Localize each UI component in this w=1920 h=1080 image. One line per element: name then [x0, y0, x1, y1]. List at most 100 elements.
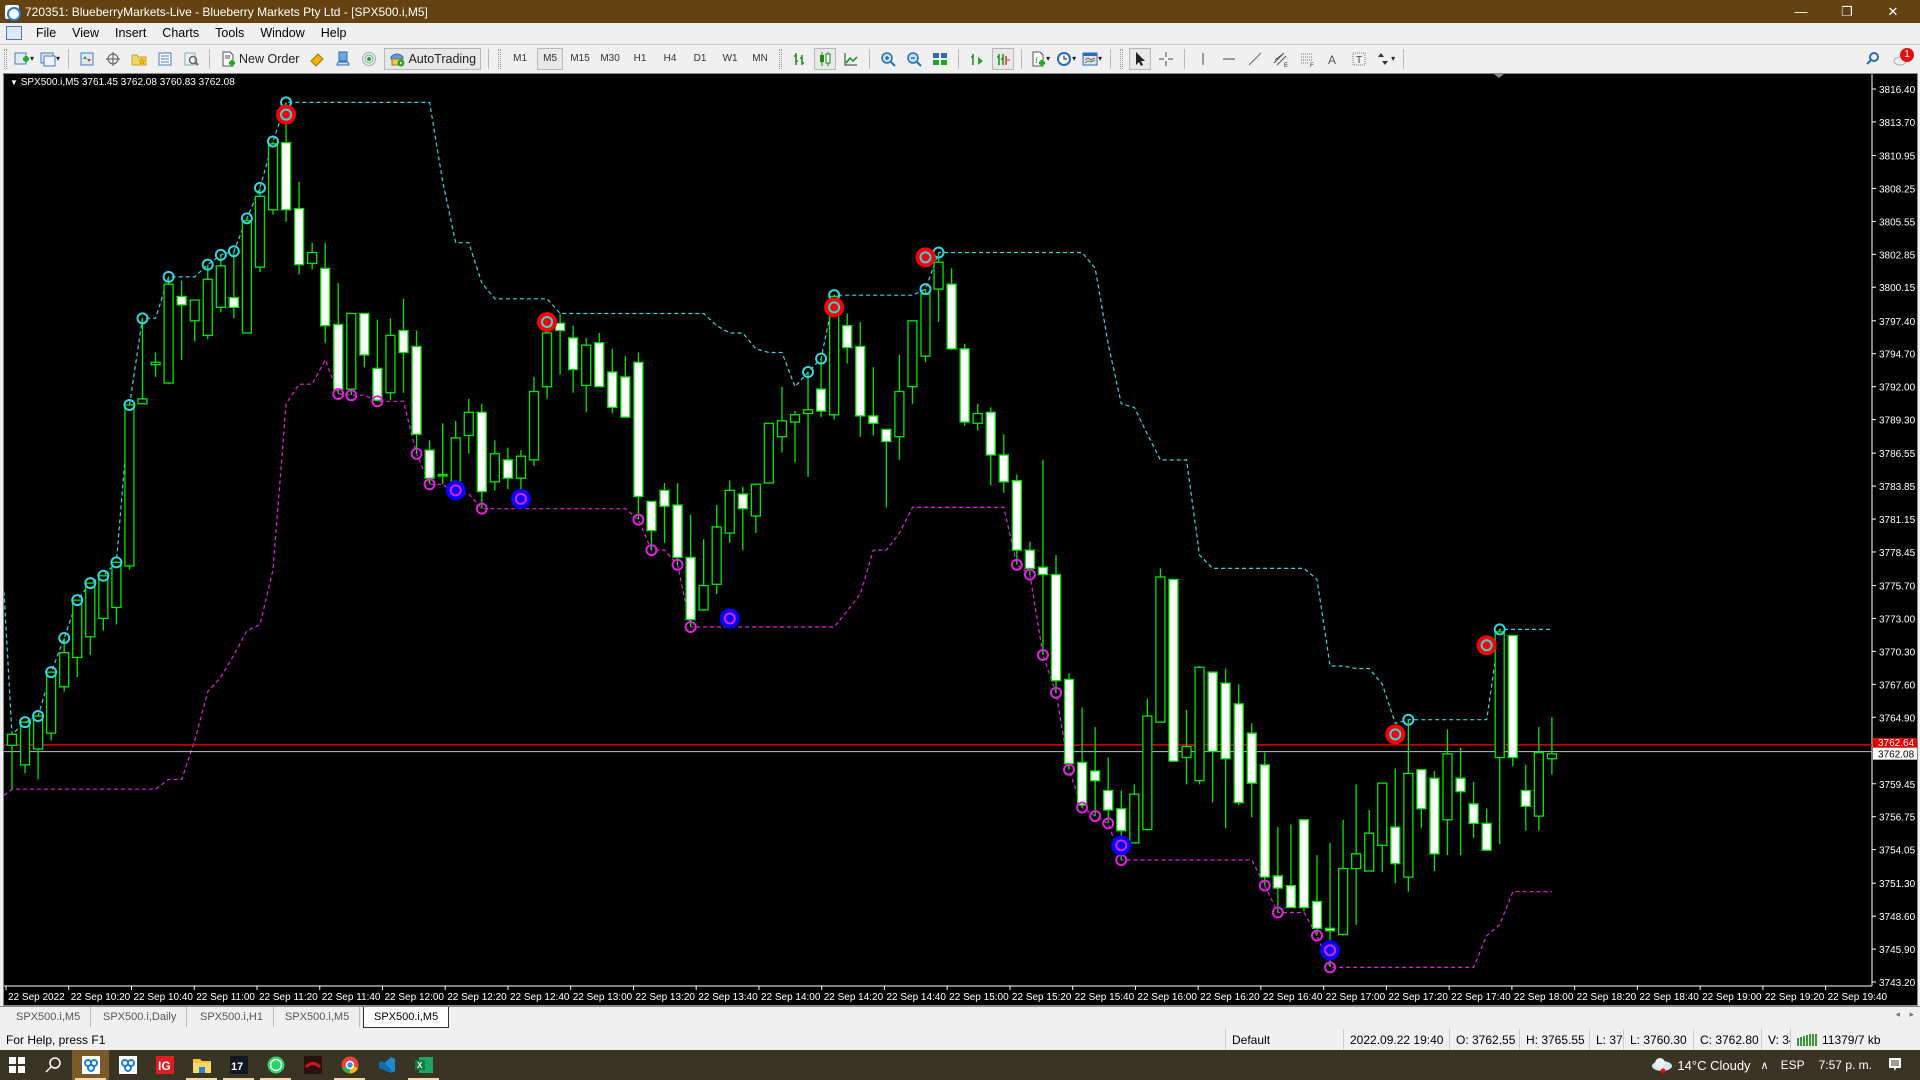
- terminal-button[interactable]: [154, 48, 176, 70]
- candle-body: [59, 651, 70, 688]
- horizontal-line-button[interactable]: [1218, 48, 1240, 70]
- taskbar-red-app[interactable]: [294, 1050, 331, 1080]
- taskbar-clock[interactable]: 7:57 p. m.: [1819, 1058, 1872, 1072]
- autotrading-button[interactable]: AutoTrading: [384, 47, 482, 70]
- tab-spx500-m5-1[interactable]: SPX500.i,M5: [6, 1007, 92, 1027]
- chart-shift-button[interactable]: [992, 47, 1015, 70]
- tab-spx500-daily[interactable]: SPX500.i,Daily: [93, 1007, 188, 1027]
- tile-windows-button[interactable]: [929, 48, 951, 70]
- metaeditor-button[interactable]: [306, 48, 328, 70]
- toolbar-grip[interactable]: [498, 48, 502, 69]
- data-window-button[interactable]: [102, 48, 124, 70]
- taskbar-search[interactable]: [34, 1050, 72, 1080]
- time-tick-label: 22 Sep 11:40: [322, 992, 381, 1003]
- time-tick-label: 22 Sep 10:40: [133, 992, 193, 1003]
- weather-text[interactable]: 14°C Cloudy: [1677, 1058, 1750, 1073]
- notifications-button[interactable]: 1: [1890, 47, 1914, 70]
- candle-body: [163, 283, 174, 384]
- crosshair-tool-button[interactable]: [1155, 48, 1177, 70]
- timeframe-m5[interactable]: M5: [537, 47, 564, 70]
- tab-spx500-m5-active[interactable]: SPX500.i,M5: [363, 1007, 450, 1028]
- input-language[interactable]: ESP: [1781, 1058, 1805, 1072]
- trendline-button[interactable]: [1244, 48, 1266, 70]
- taskbar-vscode[interactable]: [368, 1050, 405, 1080]
- status-connection[interactable]: 11379/7 kb: [1790, 1029, 1920, 1050]
- vps-button[interactable]: [332, 48, 354, 70]
- timeframe-m30[interactable]: M30: [597, 48, 623, 70]
- tab-spx500-h1[interactable]: SPX500.i,H1: [190, 1007, 274, 1027]
- candle-body: [215, 265, 226, 309]
- candle-body: [1364, 832, 1375, 872]
- action-center-icon[interactable]: [1888, 1057, 1902, 1073]
- minimize-button[interactable]: —: [1778, 0, 1824, 23]
- candle-body: [1507, 634, 1518, 759]
- tray-overflow-chevron[interactable]: ∧: [1761, 1059, 1769, 1072]
- menu-charts[interactable]: Charts: [154, 26, 207, 40]
- timeframe-h4[interactable]: H4: [657, 48, 683, 70]
- candle-body: [1442, 753, 1453, 821]
- timeframe-d1[interactable]: D1: [687, 48, 713, 70]
- timeframe-w1[interactable]: W1: [717, 48, 743, 70]
- equidistant-channel-button[interactable]: E: [1270, 48, 1292, 70]
- taskbar-metatrader-1[interactable]: [72, 1050, 109, 1080]
- search-button[interactable]: [1862, 48, 1884, 70]
- toolbar-grip[interactable]: [779, 48, 783, 69]
- menu-window[interactable]: Window: [252, 26, 312, 40]
- menu-insert[interactable]: Insert: [107, 26, 154, 40]
- auto-scroll-button[interactable]: [966, 48, 988, 70]
- menu-help[interactable]: Help: [313, 26, 355, 40]
- zoom-out-button[interactable]: [903, 48, 925, 70]
- chart-window[interactable]: ▼ SPX500.i,M5 3761.45 3762.08 3760.83 37…: [3, 73, 1918, 1006]
- menu-file[interactable]: File: [28, 26, 64, 40]
- candle-body: [124, 404, 135, 567]
- fibonacci-button[interactable]: F: [1296, 48, 1318, 70]
- toolbar-grip[interactable]: [1120, 48, 1124, 69]
- timeframe-m1[interactable]: M1: [507, 48, 533, 70]
- taskbar-whatsapp[interactable]: [257, 1050, 294, 1080]
- swing-low-marker: [1320, 940, 1341, 961]
- price-tick-label: 3743.20: [1879, 978, 1916, 989]
- indicators-button[interactable]: f ▾: [1029, 48, 1051, 70]
- cursor-tool-button[interactable]: [1129, 47, 1152, 70]
- bar-chart-button[interactable]: [788, 48, 810, 70]
- candle-body: [111, 561, 122, 609]
- zoom-in-button[interactable]: [877, 48, 899, 70]
- new-chart-button[interactable]: ▾: [13, 48, 35, 70]
- timeframe-h1[interactable]: H1: [627, 48, 653, 70]
- start-button[interactable]: [0, 1050, 34, 1080]
- periods-button[interactable]: ▾: [1055, 48, 1077, 70]
- line-chart-button[interactable]: [840, 48, 862, 70]
- time-tick-label: 22 Sep 19:40: [1828, 992, 1888, 1003]
- timeframe-m15[interactable]: M15: [567, 48, 593, 70]
- menu-tools[interactable]: Tools: [207, 26, 252, 40]
- chart-window-icon[interactable]: [6, 26, 22, 40]
- taskbar-file-explorer[interactable]: [183, 1050, 220, 1080]
- close-button[interactable]: ✕: [1870, 0, 1916, 23]
- vertical-line-button[interactable]: [1192, 48, 1214, 70]
- timeframe-mn[interactable]: MN: [747, 48, 773, 70]
- restore-button[interactable]: ❐: [1824, 0, 1870, 23]
- profiles-button[interactable]: ▾: [39, 48, 61, 70]
- text-tool-button[interactable]: A: [1322, 48, 1344, 70]
- templates-button[interactable]: ▾: [1081, 48, 1103, 70]
- text-label-button[interactable]: T: [1348, 48, 1370, 70]
- taskbar-metatrader-2[interactable]: [109, 1050, 146, 1080]
- candle-body: [1142, 715, 1153, 831]
- navigator-button[interactable]: [128, 48, 150, 70]
- strategy-tester-button[interactable]: [180, 48, 202, 70]
- tab-scroll-right[interactable]: ▸: [1909, 1009, 1914, 1020]
- price-chart[interactable]: 3816.40 3813.70 3810.95 3808.25 3805.55 3802.…: [4, 74, 1917, 1005]
- new-order-button[interactable]: New Order: [217, 48, 302, 70]
- taskbar-excel[interactable]: X: [405, 1050, 442, 1080]
- arrows-button[interactable]: ▾: [1374, 48, 1396, 70]
- candlestick-chart-button[interactable]: [814, 47, 837, 70]
- toolbar-grip[interactable]: [4, 48, 7, 69]
- tab-spx500-m5-2[interactable]: SPX500.i,M5: [275, 1007, 361, 1027]
- market-watch-button[interactable]: [76, 48, 98, 70]
- taskbar-tradingview[interactable]: 17: [220, 1050, 257, 1080]
- signals-button[interactable]: [358, 48, 380, 70]
- menu-view[interactable]: View: [64, 26, 107, 40]
- taskbar-chrome[interactable]: [331, 1050, 368, 1080]
- tab-scroll-left[interactable]: ◂: [1895, 1009, 1900, 1020]
- taskbar-ig[interactable]: IG: [146, 1050, 183, 1080]
